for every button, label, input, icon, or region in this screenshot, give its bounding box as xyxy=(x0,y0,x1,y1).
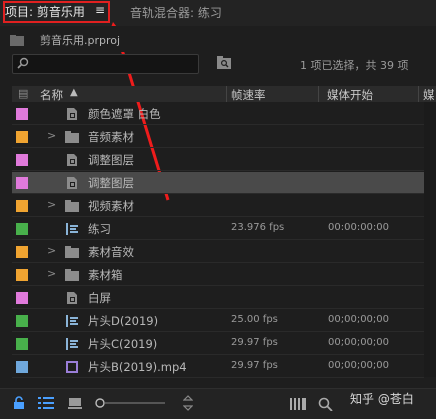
project-file-name: 剪音乐用.prproj xyxy=(40,34,121,47)
video-clip-icon xyxy=(66,361,78,373)
list-scroll-area[interactable] xyxy=(424,102,436,377)
project-item-row[interactable]: > 素材音效 xyxy=(12,241,424,263)
item-name: 片头C(2019) xyxy=(88,337,158,351)
row-divider xyxy=(12,124,424,125)
row-divider xyxy=(12,262,424,263)
adjustment-layer-icon xyxy=(67,177,77,189)
project-item-row[interactable]: > 素材箱 xyxy=(12,264,424,286)
label-color-swatch[interactable] xyxy=(16,177,28,189)
expand-chevron-icon[interactable]: > xyxy=(47,198,56,211)
new-search-bin-icon[interactable] xyxy=(216,56,232,70)
project-item-row[interactable]: 调整图层 xyxy=(12,149,424,171)
row-divider xyxy=(12,193,424,194)
zoom-slider-handle xyxy=(95,398,105,408)
item-name: 片头D(2019) xyxy=(88,314,159,328)
row-divider xyxy=(12,170,424,171)
project-item-row[interactable]: 调整图层 xyxy=(12,172,424,194)
column-divider[interactable] xyxy=(226,86,227,102)
sequence-icon xyxy=(66,223,78,235)
sequence-icon xyxy=(66,315,78,327)
expand-chevron-icon[interactable]: > xyxy=(47,267,56,280)
item-media-start: 00;00;00;00 xyxy=(328,337,390,348)
label-color-swatch[interactable] xyxy=(16,131,28,143)
row-divider xyxy=(12,354,424,355)
zoom-slider[interactable] xyxy=(95,397,165,409)
project-item-row[interactable]: 片头B(2019).mp4 29.97 fps 00;00;00;00 xyxy=(12,356,424,378)
column-divider[interactable] xyxy=(418,86,419,102)
row-divider xyxy=(12,285,424,286)
label-color-swatch[interactable] xyxy=(16,246,28,258)
project-item-row[interactable]: > 视频素材 xyxy=(12,195,424,217)
row-divider xyxy=(12,308,424,309)
item-name: 视频素材 xyxy=(88,199,134,213)
item-name: 片头B(2019).mp4 xyxy=(88,360,187,374)
project-item-row[interactable]: 片头C(2019) 29.97 fps 00;00;00;00 xyxy=(12,333,424,355)
bin-folder-icon xyxy=(65,269,79,281)
expand-chevron-icon[interactable]: > xyxy=(47,244,56,257)
expand-chevron-icon[interactable]: > xyxy=(47,129,56,142)
item-name: 颜色遮罩 白色 xyxy=(88,107,161,121)
project-folder-icon xyxy=(10,35,24,46)
sort-icons-icon[interactable] xyxy=(183,395,193,411)
label-color-swatch[interactable] xyxy=(16,154,28,166)
label-color-swatch[interactable] xyxy=(16,223,28,235)
item-media-start: 00;00;00;00 xyxy=(328,314,390,325)
project-item-row[interactable]: > 音频素材 xyxy=(12,126,424,148)
item-media-start: 00;00;00;00 xyxy=(328,360,390,371)
column-divider[interactable] xyxy=(318,86,319,102)
bin-folder-icon xyxy=(65,131,79,143)
watermark: 知乎 @苍白 xyxy=(350,392,414,406)
column-header-name[interactable]: 名称 xyxy=(40,87,63,103)
project-item-row[interactable]: 白屏 xyxy=(12,287,424,309)
column-header-frame-rate[interactable]: 帧速率 xyxy=(231,87,266,103)
row-divider xyxy=(12,331,424,332)
sort-ascending-icon[interactable]: ▲ xyxy=(70,87,78,98)
item-name: 白屏 xyxy=(88,291,111,305)
adjustment-layer-icon xyxy=(67,154,77,166)
bin-folder-icon xyxy=(65,246,79,258)
column-header-media-end[interactable]: 媒 xyxy=(423,87,435,103)
icon-view-icon[interactable] xyxy=(68,397,82,409)
find-icon[interactable] xyxy=(318,397,334,411)
search-input[interactable] xyxy=(12,54,199,74)
project-item-row[interactable]: 颜色遮罩 白色 xyxy=(12,103,424,125)
row-divider xyxy=(12,239,424,240)
header-label-column-icon: ▤ xyxy=(18,87,29,100)
color-matte-icon xyxy=(67,108,77,120)
item-name: 调整图层 xyxy=(88,153,134,167)
label-color-swatch[interactable] xyxy=(16,108,28,120)
item-name: 音频素材 xyxy=(88,130,134,144)
label-color-swatch[interactable] xyxy=(16,361,28,373)
bin-folder-icon xyxy=(65,200,79,212)
color-matte-icon xyxy=(67,292,77,304)
project-item-row[interactable]: 片头D(2019) 25.00 fps 00;00;00;00 xyxy=(12,310,424,332)
item-name: 练习 xyxy=(88,222,111,236)
row-divider xyxy=(12,377,424,378)
label-color-swatch[interactable] xyxy=(16,315,28,327)
item-frame-rate: 29.97 fps xyxy=(231,360,278,371)
item-frame-rate: 23.976 fps xyxy=(231,222,285,233)
lock-icon[interactable] xyxy=(12,396,26,410)
item-name: 素材箱 xyxy=(88,268,123,282)
item-name: 调整图层 xyxy=(88,176,134,190)
column-header-media-start[interactable]: 媒体开始 xyxy=(327,87,373,103)
automate-to-sequence-icon[interactable] xyxy=(290,398,306,410)
sequence-icon xyxy=(66,338,78,350)
label-color-swatch[interactable] xyxy=(16,292,28,304)
item-frame-rate: 25.00 fps xyxy=(231,314,278,325)
list-view-icon[interactable] xyxy=(38,397,54,409)
selection-status: 1 项已选择，共 39 项 xyxy=(300,59,409,72)
item-name: 素材音效 xyxy=(88,245,134,259)
project-item-row[interactable]: 练习 23.976 fps 00:00:00:00 xyxy=(12,218,424,240)
label-color-swatch[interactable] xyxy=(16,269,28,281)
item-frame-rate: 29.97 fps xyxy=(231,337,278,348)
label-color-swatch[interactable] xyxy=(16,338,28,350)
search-icon xyxy=(17,57,29,69)
item-media-start: 00:00:00:00 xyxy=(328,222,390,233)
label-color-swatch[interactable] xyxy=(16,200,28,212)
row-divider xyxy=(12,147,424,148)
row-divider xyxy=(12,216,424,217)
